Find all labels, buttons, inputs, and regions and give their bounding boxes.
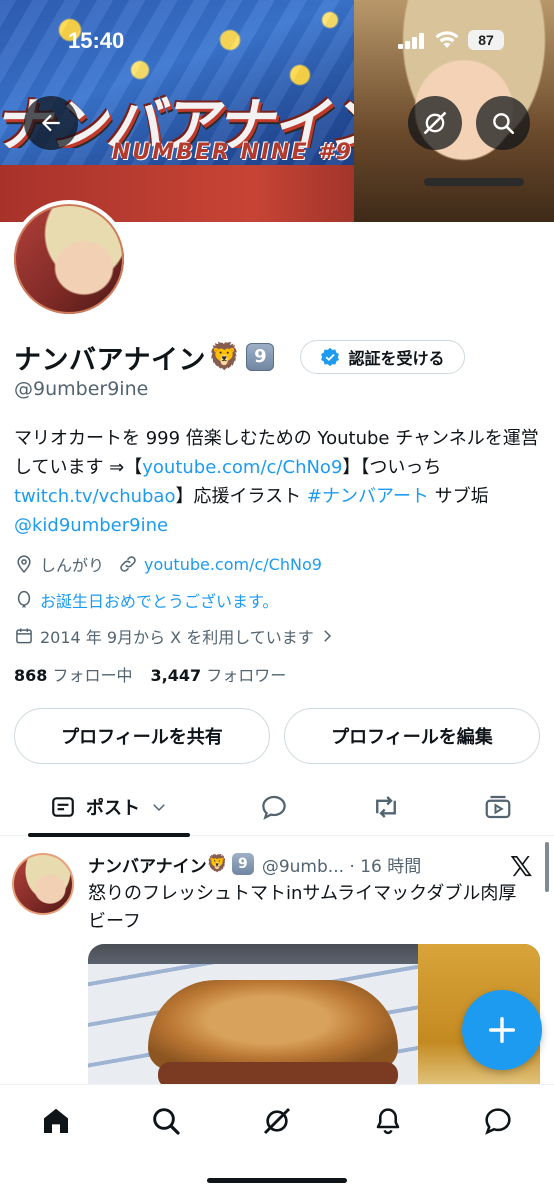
profile-joined: 2014 年 9月から X を利用しています bbox=[40, 628, 314, 647]
repost-icon bbox=[376, 796, 396, 818]
bio-text: 】【ついっち bbox=[342, 457, 442, 478]
search-icon bbox=[153, 1108, 180, 1135]
location-pin-icon bbox=[17, 555, 31, 573]
lion-emoji: 🦁 bbox=[207, 342, 241, 372]
media-icon bbox=[485, 795, 511, 819]
profile-avatar[interactable] bbox=[10, 200, 128, 318]
bio-text: 】応援イラスト bbox=[175, 486, 307, 507]
following-label: フォロー中 bbox=[52, 666, 133, 685]
profile-website-link[interactable]: youtube.com/c/ChNo9 bbox=[144, 555, 322, 574]
wifi-icon bbox=[435, 31, 459, 48]
arrow-left-icon bbox=[41, 114, 60, 132]
image-burger-bun bbox=[148, 980, 398, 1070]
grok-button[interactable] bbox=[408, 96, 462, 150]
profile-location: しんがり bbox=[40, 556, 105, 575]
home-indicator bbox=[207, 1178, 347, 1183]
get-verified-label: 認証を受ける bbox=[348, 349, 445, 368]
following-stat[interactable]: 868 フォロー中 bbox=[14, 662, 133, 686]
post-text: 怒りのフレッシュトマトinサムライマックダブル肉厚ビーフ bbox=[88, 883, 517, 932]
bio-text: サブ垢 bbox=[428, 486, 489, 507]
grok-icon bbox=[263, 1107, 291, 1135]
profile-handle: @9umber9ine bbox=[14, 378, 149, 400]
following-count: 868 bbox=[14, 666, 48, 685]
search-icon bbox=[493, 113, 515, 135]
tab-media[interactable] bbox=[474, 778, 522, 836]
edit-profile-button[interactable]: プロフィールを編集 bbox=[284, 708, 540, 764]
status-bar: 15:40 87 bbox=[0, 0, 554, 62]
verified-badge-icon bbox=[321, 347, 340, 367]
nav-home[interactable] bbox=[36, 1101, 76, 1141]
bell-icon bbox=[376, 1108, 400, 1135]
post-header: ナンバアナイン 🦁 9 @9umb... · 16 時間 bbox=[88, 852, 422, 877]
followers-stat[interactable]: 3,447 フォロワー bbox=[151, 662, 287, 686]
balloon-icon bbox=[17, 590, 31, 608]
nav-grok[interactable] bbox=[257, 1101, 297, 1141]
profile-birthday: お誕生日おめでとうございます。 bbox=[40, 592, 279, 611]
profile-name: ナンバアナイン bbox=[14, 344, 206, 376]
nav-search[interactable] bbox=[146, 1101, 186, 1141]
post-handle-time: @9umb... · 16 時間 bbox=[261, 856, 422, 877]
cellular-signal-icon bbox=[398, 33, 424, 49]
tab-posts[interactable]: ポスト bbox=[28, 778, 190, 837]
post-author-avatar[interactable] bbox=[12, 853, 74, 915]
chevron-right-icon bbox=[323, 630, 331, 642]
bio-hashtag-link[interactable]: #ナンバアート bbox=[307, 486, 429, 507]
follow-stats: 868 フォロー中 3,447 フォロワー bbox=[14, 662, 286, 686]
status-time: 15:40 bbox=[68, 28, 125, 53]
nav-messages[interactable] bbox=[478, 1101, 518, 1141]
get-verified-button[interactable]: 認証を受ける bbox=[300, 340, 465, 374]
bio-youtube-link[interactable]: youtube.com/c/ChNo9 bbox=[142, 457, 342, 478]
followers-label: フォロワー bbox=[206, 666, 287, 685]
profile-location-row: しんがり youtube.com/c/ChNo9 bbox=[14, 552, 322, 576]
plus-icon bbox=[488, 1016, 516, 1044]
tab-replies[interactable] bbox=[250, 778, 298, 836]
search-button[interactable] bbox=[476, 96, 530, 150]
post-author-name[interactable]: ナンバアナイン bbox=[88, 852, 207, 877]
profile-bio: マリオカートを 999 倍楽しむための Youtube チャンネルを運営していま… bbox=[14, 424, 544, 540]
tab-posts-label: ポスト bbox=[86, 798, 140, 819]
calendar-icon bbox=[16, 628, 32, 644]
profile-name-row: ナンバアナイン 🦁 9 bbox=[14, 340, 275, 376]
battery-indicator: 87 bbox=[468, 30, 504, 50]
nav-notifications[interactable] bbox=[368, 1101, 408, 1141]
bio-twitch-link[interactable]: twitch.tv/vchubao bbox=[14, 486, 175, 507]
message-icon bbox=[485, 1108, 511, 1135]
home-icon bbox=[44, 1108, 68, 1133]
link-icon bbox=[120, 556, 136, 572]
profile-birthday-row: お誕生日おめでとうございます。 bbox=[14, 588, 278, 612]
reply-icon bbox=[262, 795, 286, 820]
compose-post-button[interactable] bbox=[462, 990, 542, 1070]
x-logo-icon: 𝕏 bbox=[510, 850, 533, 883]
profile-joined-row[interactable]: 2014 年 9月から X を利用しています bbox=[14, 624, 342, 648]
followers-count: 3,447 bbox=[150, 666, 202, 685]
post-number-badge: 9 bbox=[231, 853, 254, 875]
posts-icon bbox=[52, 797, 74, 817]
grok-icon bbox=[423, 111, 447, 135]
number-badge: 9 bbox=[246, 343, 275, 371]
scrollbar[interactable] bbox=[545, 842, 549, 892]
tab-reposts[interactable] bbox=[362, 778, 410, 836]
post-lion-emoji: 🦁 bbox=[206, 854, 228, 874]
chevron-down-icon bbox=[153, 804, 165, 812]
banner-logo-sub: NUMBER NINE #9 bbox=[112, 140, 353, 165]
avatar-ring bbox=[14, 204, 124, 314]
image-burger-patty bbox=[158, 1062, 398, 1084]
profile-tabs: ポスト bbox=[0, 778, 554, 837]
bio-sub-account-link[interactable]: @kid9umber9ine bbox=[14, 515, 168, 536]
share-profile-button[interactable]: プロフィールを共有 bbox=[14, 708, 270, 764]
back-button[interactable] bbox=[24, 96, 78, 150]
